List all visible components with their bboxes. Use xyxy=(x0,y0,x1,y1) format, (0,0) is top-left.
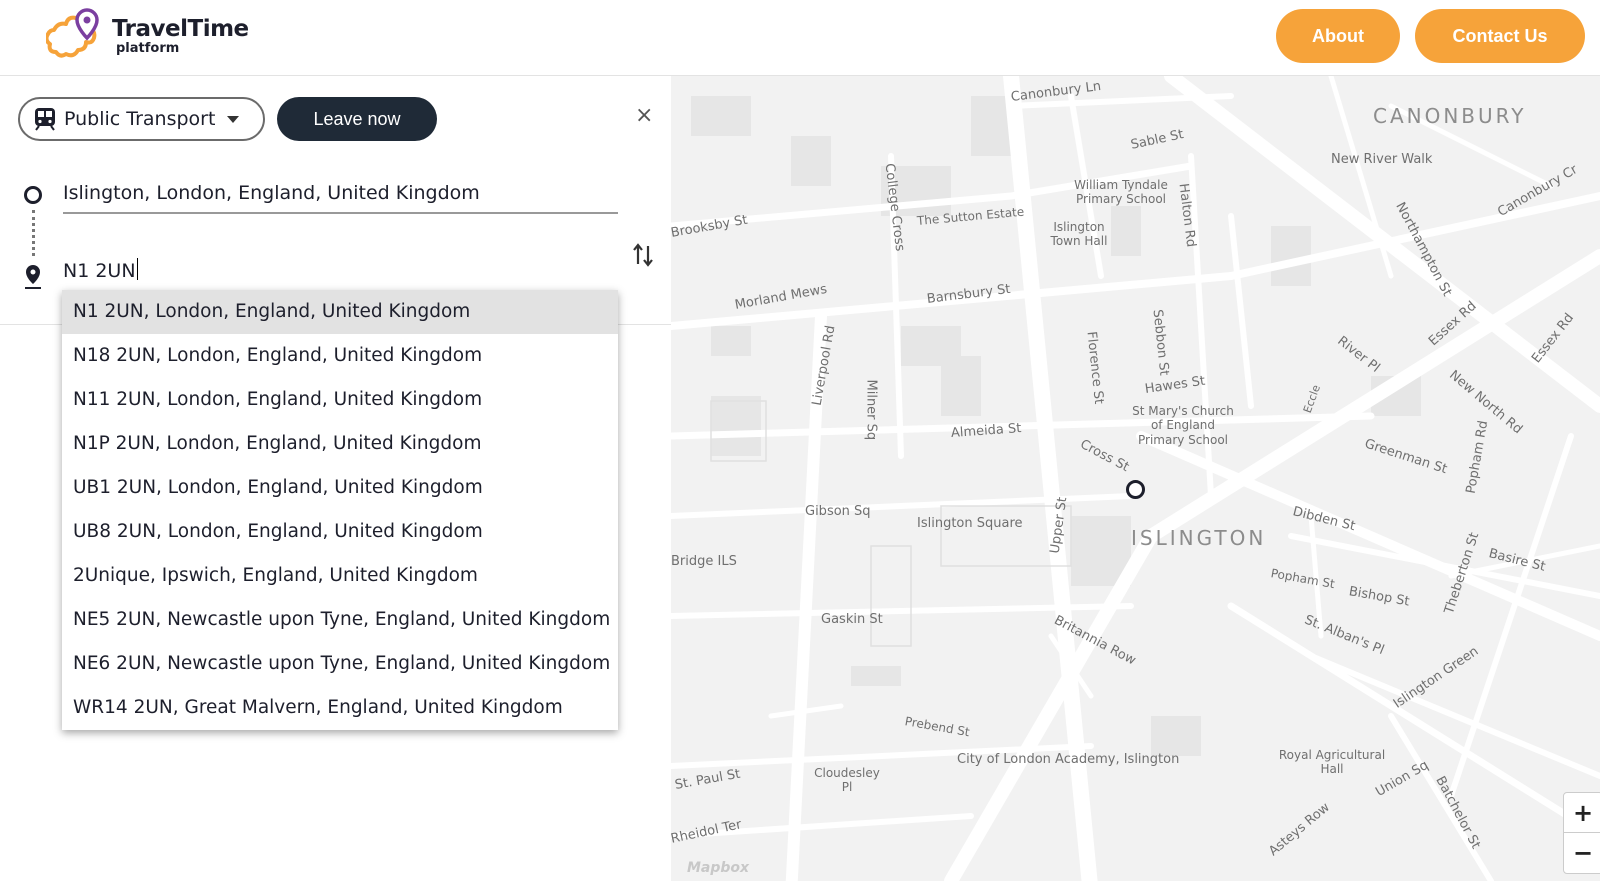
suggestion-item[interactable]: UB8 2UN, London, England, United Kingdom xyxy=(62,510,618,554)
mapbox-attribution[interactable]: Mapbox xyxy=(687,860,749,876)
suggestion-item[interactable]: WR14 2UN, Great Malvern, England, United… xyxy=(62,686,618,730)
street-label: Gaskin St xyxy=(821,612,883,627)
logo-title: TravelTime xyxy=(112,15,249,42)
top-header: TravelTime platform About Contact Us xyxy=(0,0,1600,76)
origin-input[interactable]: Islington, London, England, United Kingd… xyxy=(63,178,618,214)
area-label-canonbury: CANONBURY xyxy=(1373,104,1527,128)
transport-mode-select[interactable]: Public Transport xyxy=(18,97,265,141)
suggestion-item[interactable]: N18 2UN, London, England, United Kingdom xyxy=(62,334,618,378)
leave-now-button[interactable]: Leave now xyxy=(277,97,437,141)
puzzle-pin-icon xyxy=(46,8,99,58)
suggestion-item[interactable]: N1P 2UN, London, England, United Kingdom xyxy=(62,422,618,466)
traveltime-logo[interactable]: TravelTime platform xyxy=(46,8,249,64)
destination-input-value: N1 2UN xyxy=(63,260,136,282)
street-label: Islington Square xyxy=(917,516,1023,531)
route-connector xyxy=(32,210,35,256)
contact-us-button[interactable]: Contact Us xyxy=(1415,9,1585,63)
suggestion-item[interactable]: N1 2UN, London, England, United Kingdom xyxy=(62,290,618,334)
zoom-control: + − xyxy=(1563,792,1600,874)
origin-input-value: Islington, London, England, United Kingd… xyxy=(63,182,480,204)
location-pin-icon xyxy=(25,265,41,289)
origin-map-marker[interactable] xyxy=(1126,480,1145,499)
place-label: Royal Agricultural Hall xyxy=(1278,748,1386,777)
zoom-in-button[interactable]: + xyxy=(1564,793,1600,833)
transport-mode-label: Public Transport xyxy=(64,108,216,130)
suggestion-item[interactable]: N11 2UN, London, England, United Kingdom xyxy=(62,378,618,422)
place-label: St Mary's Church of England Primary Scho… xyxy=(1132,404,1234,447)
street-label: City of London Academy, Islington xyxy=(957,752,1180,767)
street-label: New River Walk xyxy=(1331,152,1433,167)
place-label: Islington Town Hall xyxy=(1050,220,1108,249)
close-icon[interactable]: × xyxy=(635,105,653,127)
about-button[interactable]: About xyxy=(1276,9,1400,63)
map-view[interactable]: CANONBURY ISLINGTON Canonbury Ln Sable S… xyxy=(671,76,1600,881)
logo-subtitle: platform xyxy=(116,40,180,56)
swap-icon[interactable] xyxy=(633,242,653,268)
destination-input[interactable]: N1 2UN xyxy=(63,254,618,292)
caret-down-icon xyxy=(227,115,240,123)
suggestion-dropdown: N1 2UN, London, England, United Kingdom … xyxy=(62,290,618,730)
train-icon xyxy=(35,108,55,131)
area-label-islington: ISLINGTON xyxy=(1131,526,1267,550)
suggestion-item[interactable]: NE6 2UN, Newcastle upon Tyne, England, U… xyxy=(62,642,618,686)
origin-circle-icon xyxy=(24,186,42,204)
place-label: Cloudesley Pl xyxy=(814,766,880,795)
place-label: William Tyndale Primary School xyxy=(1074,178,1168,207)
street-label: Gibson Sq xyxy=(805,504,871,519)
street-label: Milner Sq xyxy=(863,379,879,441)
street-label: Bridge ILS xyxy=(671,554,737,569)
suggestion-item[interactable]: NE5 2UN, Newcastle upon Tyne, England, U… xyxy=(62,598,618,642)
text-caret xyxy=(136,258,138,280)
suggestion-item[interactable]: UB1 2UN, London, England, United Kingdom xyxy=(62,466,618,510)
zoom-out-button[interactable]: − xyxy=(1564,833,1600,873)
suggestion-item[interactable]: 2Unique, Ipswich, England, United Kingdo… xyxy=(62,554,618,598)
